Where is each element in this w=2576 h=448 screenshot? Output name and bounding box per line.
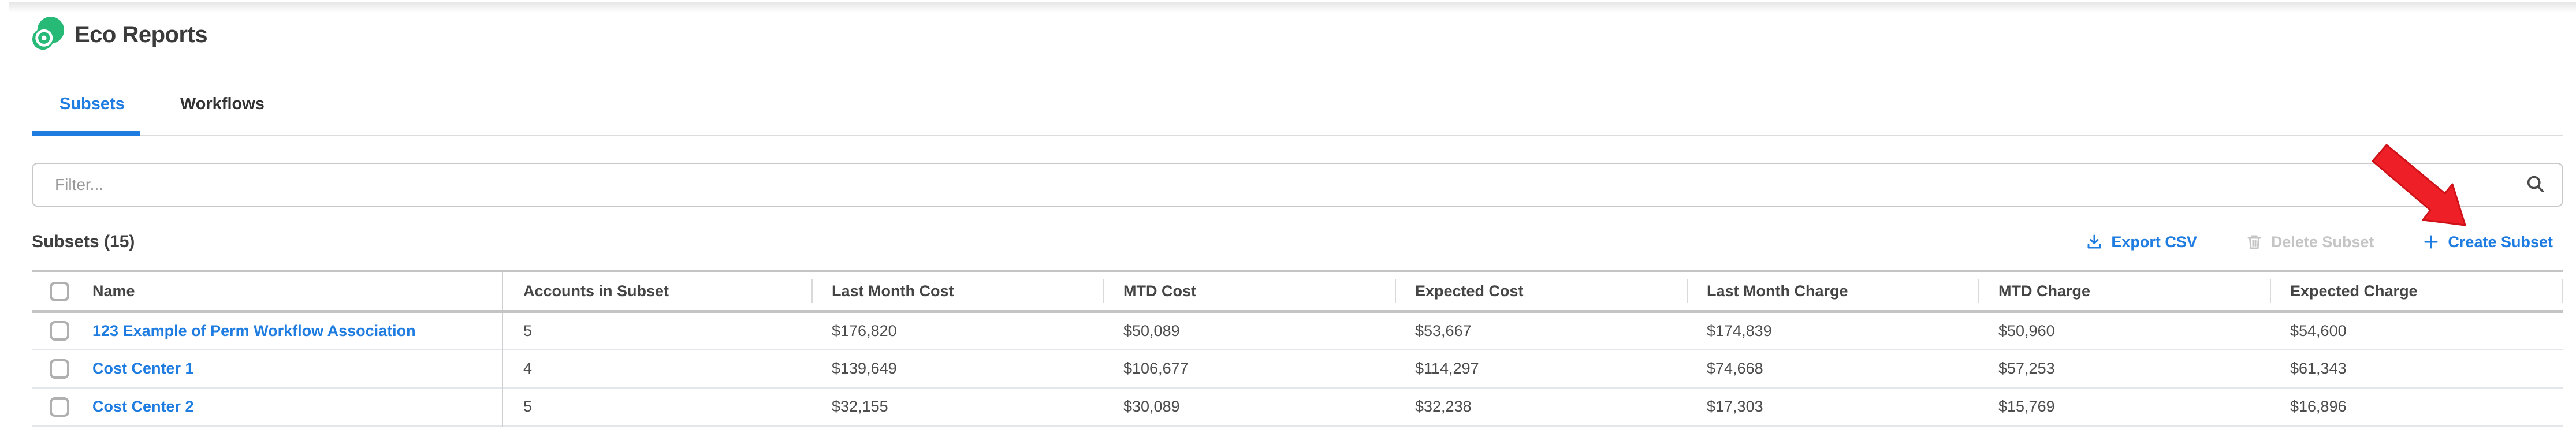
select-all-checkbox[interactable] [50,282,69,301]
plus-icon [2422,233,2440,251]
column-header-accounts-in-subset[interactable]: Accounts in Subset [502,271,811,312]
last-month-charge-cell: $74,668 [1687,350,1978,388]
create-subset-button[interactable]: Create Subset [2422,233,2553,251]
tab-subsets[interactable]: Subsets [32,87,152,114]
row-checkbox[interactable] [50,397,69,417]
page-title: Eco Reports [75,22,207,48]
row-select-cell [32,388,75,426]
name-cell: 123 Example of Perm Workflow Association [75,312,502,350]
tab-bar: Subsets Workflows [32,87,2563,136]
row-checkbox[interactable] [50,321,69,341]
eco-logo-icon [32,17,65,53]
expected-cost-cell: $53,667 [1395,312,1687,350]
filter-box [32,163,2563,207]
expected-charge-cell: $16,896 [2270,388,2563,426]
subset-name-link[interactable]: 123 Example of Perm Workflow Association [92,322,416,339]
last-month-cost-cell: $176,820 [811,312,1103,350]
download-icon [2086,233,2103,251]
export-csv-label: Export CSV [2111,233,2197,251]
expected-charge-cell: $54,600 [2270,312,2563,350]
name-cell: Cost Center 1 [75,350,502,388]
row-select-cell [32,312,75,350]
column-header-name[interactable]: Name [75,271,502,312]
last-month-cost-cell: $32,155 [811,388,1103,426]
tab-row: Subsets Workflows [32,87,2563,114]
last-month-charge-cell: $174,839 [1687,312,1978,350]
column-header-expected-charge[interactable]: Expected Charge [2270,271,2563,312]
name-cell: Cost Center 2 [75,388,502,426]
mtd-cost-cell: $50,089 [1103,312,1395,350]
export-csv-button[interactable]: Export CSV [2086,233,2197,251]
mtd-charge-cell: $50,960 [1978,312,2270,350]
top-shadow-divider [9,2,2576,13]
subsets-table: Name Accounts in Subset Last Month Cost … [32,270,2563,427]
select-all-cell [32,271,75,312]
expected-cost-cell: $114,297 [1395,350,1687,388]
mtd-charge-cell: $15,769 [1978,388,2270,426]
filter-input[interactable] [33,164,2525,206]
subsets-toolbar: Subsets (15) Export CSV Delete S [32,226,2553,257]
delete-subset-label: Delete Subset [2271,233,2374,251]
active-tab-indicator [32,131,140,136]
search-icon [2525,174,2546,195]
column-header-last-month-cost[interactable]: Last Month Cost [811,271,1103,312]
row-checkbox[interactable] [50,359,69,379]
mtd-charge-cell: $57,253 [1978,350,2270,388]
expected-cost-cell: $32,238 [1395,388,1687,426]
subset-name-link[interactable]: Cost Center 1 [92,360,194,377]
eco-reports-page: Eco Reports Subsets Workflows Subsets (1… [0,0,2576,448]
mtd-cost-cell: $30,089 [1103,388,1395,426]
tab-baseline [32,135,2563,136]
app-header: Eco Reports [32,17,207,52]
last-month-cost-cell: $139,649 [811,350,1103,388]
accounts-cell: 4 [502,350,811,388]
column-header-mtd-charge[interactable]: MTD Charge [1978,271,2270,312]
table-row: Cost Center 1 4 $139,649 $106,677 $114,2… [32,350,2563,388]
table-row: 123 Example of Perm Workflow Association… [32,312,2563,350]
tab-workflows[interactable]: Workflows [152,87,292,114]
table-row: Cost Center 2 5 $32,155 $30,089 $32,238 … [32,388,2563,426]
toolbar-actions: Export CSV Delete Subset Create Subset [2086,233,2553,251]
column-header-mtd-cost[interactable]: MTD Cost [1103,271,1395,312]
accounts-cell: 5 [502,388,811,426]
create-subset-label: Create Subset [2448,233,2553,251]
column-header-expected-cost[interactable]: Expected Cost [1395,271,1687,312]
column-header-last-month-charge[interactable]: Last Month Charge [1687,271,1978,312]
subsets-count-heading: Subsets (15) [32,232,135,252]
last-month-charge-cell: $17,303 [1687,388,1978,426]
search-button[interactable] [2525,174,2562,195]
table-header-row: Name Accounts in Subset Last Month Cost … [32,271,2563,312]
expected-charge-cell: $61,343 [2270,350,2563,388]
delete-subset-button[interactable]: Delete Subset [2246,233,2374,251]
trash-icon [2246,233,2263,251]
accounts-cell: 5 [502,312,811,350]
mtd-cost-cell: $106,677 [1103,350,1395,388]
subset-name-link[interactable]: Cost Center 2 [92,398,194,415]
row-select-cell [32,350,75,388]
